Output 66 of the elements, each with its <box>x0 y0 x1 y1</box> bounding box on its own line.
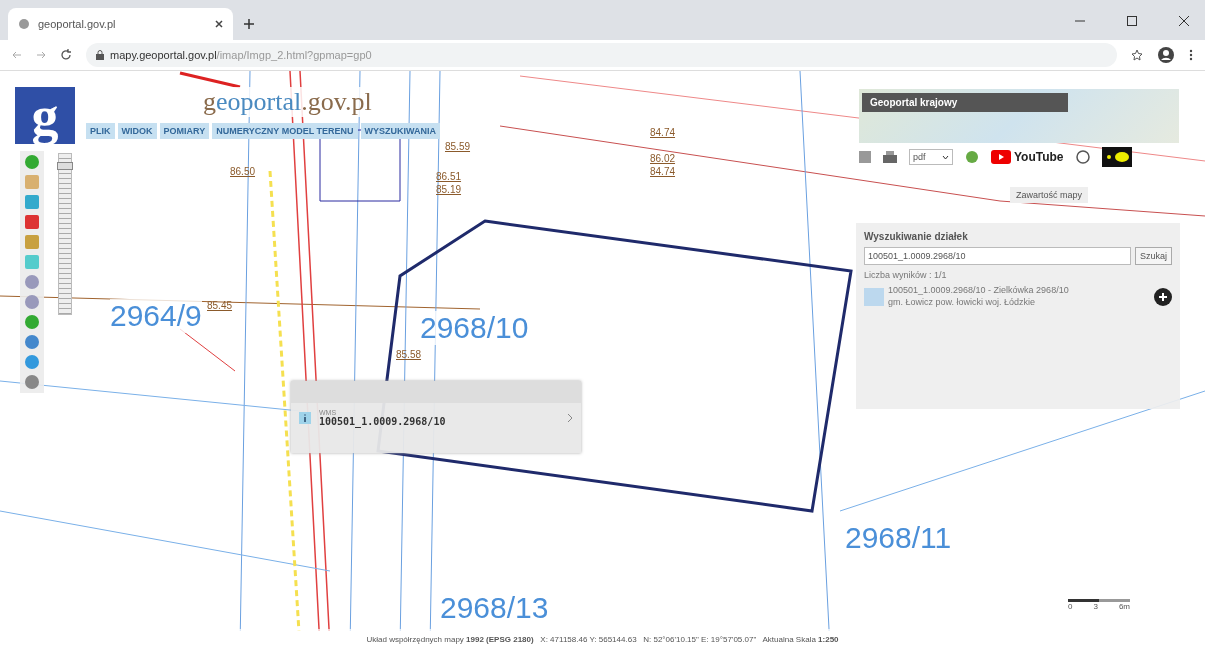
search-button[interactable]: Szukaj <box>1135 247 1172 265</box>
menu-item[interactable]: WYSZUKIWANIA <box>360 123 441 139</box>
menu-icon[interactable] <box>1189 49 1193 61</box>
parcel-number: 2964/9 <box>110 299 202 333</box>
map-contents-button[interactable]: Zawartość mapy <box>1010 187 1089 203</box>
elevation-label: 85.45 <box>207 300 233 311</box>
elevation-label: 85.59 <box>445 141 471 152</box>
print-icon[interactable] <box>883 151 897 163</box>
reload-icon[interactable] <box>60 49 72 61</box>
elevation-label: 84.74 <box>650 166 676 177</box>
close-icon[interactable] <box>215 20 223 28</box>
plus-icon <box>1158 291 1168 302</box>
elevation-label: 86.02 <box>650 153 676 164</box>
tool-icon[interactable] <box>25 355 39 369</box>
scale-bar <box>1068 599 1130 602</box>
parcel-icon <box>864 287 884 306</box>
scale-label: 3 <box>1093 602 1098 611</box>
elevation-label: 85.58 <box>396 349 422 360</box>
forward-icon[interactable] <box>36 50 46 60</box>
tool-icon[interactable] <box>25 155 39 169</box>
zoom-slider-thumb[interactable] <box>57 161 73 170</box>
menu-item[interactable]: PLIK <box>86 123 115 139</box>
menu-item[interactable]: NUMERYCZNY MODEL TERENU <box>212 123 358 139</box>
new-tab-icon[interactable] <box>243 18 255 30</box>
tool-icon[interactable] <box>25 275 39 289</box>
youtube-link[interactable]: YouTube <box>991 150 1064 164</box>
panel-title: Wyszukiwanie działek <box>864 231 969 242</box>
tab-title: geoportal.gov.pl <box>38 18 116 30</box>
elevation-label: 84.74 <box>650 127 676 138</box>
eye-icon[interactable] <box>1101 147 1132 167</box>
add-button[interactable] <box>1154 287 1172 306</box>
elevation-label: 86.51 <box>436 171 462 182</box>
result-count: Liczba wyników : 1/1 <box>864 270 948 280</box>
site-title: geoportal.gov.pl <box>203 87 372 117</box>
star-icon[interactable] <box>1131 49 1143 61</box>
elevation-label: 86.50 <box>230 166 256 177</box>
parcel-search-field[interactable]: 100501_1.0009.2968/10 <box>864 247 1131 265</box>
info-icon <box>299 412 311 424</box>
elevation-label: 85.19 <box>436 184 462 195</box>
tool-icon[interactable] <box>25 315 39 329</box>
address-field[interactable]: mapy.geoportal.gov.pl/imap/Imgp_2.html?gpmap=gp0 <box>86 43 1117 67</box>
format-select[interactable]: pdf <box>909 149 953 165</box>
tool-icon[interactable] <box>25 295 39 309</box>
scale-label: 0 <box>1068 602 1073 611</box>
account-icon[interactable] <box>1157 46 1175 64</box>
close-icon[interactable] <box>1179 16 1189 26</box>
browser-tab[interactable]: geoportal.gov.pl <box>8 8 233 40</box>
play-icon <box>991 150 1011 164</box>
chevron-icon[interactable] <box>567 413 573 423</box>
parcel-id: 100501_1.0009.2968/10 <box>319 416 446 427</box>
status-text: Układ współrzędnych mapy 1992 (EPSG 2180) X: 471158.46 Y: 565144.63 N: 52°06'10.15" E: 19°57'05.07" Aktualna Skala 1:250 <box>366 634 839 644</box>
scale-label: 6m <box>1118 602 1130 611</box>
minimap[interactable]: Geoportal krajowy <box>859 89 1179 143</box>
search-result[interactable]: 100501_1.0009.2968/10 - Zielkówka 2968/10 gm. Łowicz pow. łowicki woj. Łódzkie <box>888 285 1150 309</box>
url-text: mapy.geoportal.gov.pl/imap/Imgp_2.html?gpmap=gp0 <box>110 49 372 61</box>
menu-item[interactable]: WIDOK <box>117 123 157 139</box>
minimap-title: Geoportal krajowy <box>862 93 1068 112</box>
parcel-number: 2968/10 <box>420 311 529 345</box>
maximize-icon[interactable] <box>1127 16 1137 26</box>
tool-icon[interactable] <box>25 335 39 349</box>
logo: g <box>15 87 75 144</box>
menu-item[interactable]: POMIARY <box>159 123 210 139</box>
lock-icon <box>96 50 104 60</box>
back-icon[interactable] <box>12 50 22 60</box>
tool-icon[interactable] <box>25 375 39 389</box>
caret-icon <box>942 154 949 160</box>
